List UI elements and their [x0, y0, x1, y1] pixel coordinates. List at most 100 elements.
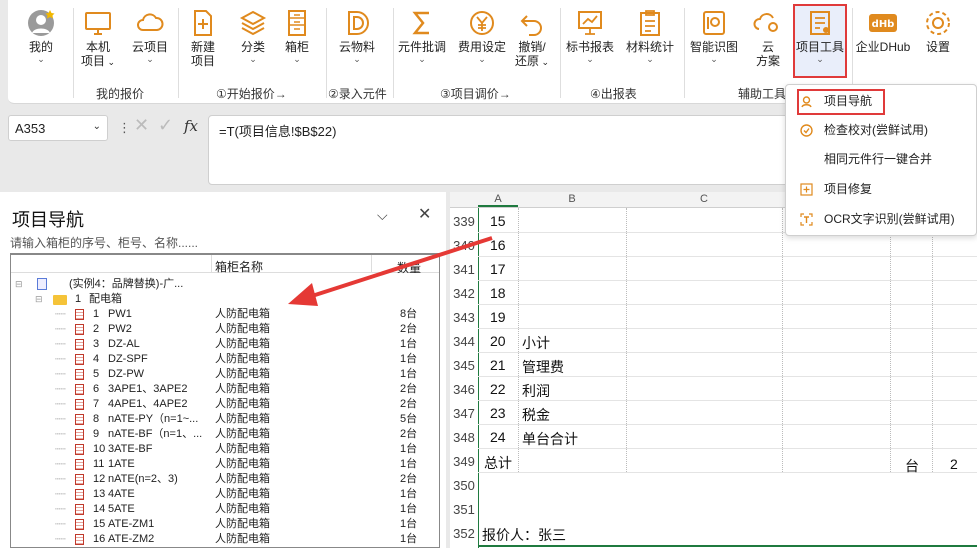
tree-cabinet-item[interactable]: ┄┄ 3 DZ-AL 人防配电箱 1台 [11, 337, 439, 352]
collapse-icon[interactable]: ⊟ [15, 277, 23, 292]
item-name: 人防配电箱 [215, 368, 270, 380]
smart-recognize-button[interactable]: 智能识图 ⌄ [686, 8, 742, 64]
item-qty: 2台 [400, 473, 418, 485]
search-input[interactable]: 请输入箱柜的序号、柜号、名称...... [10, 234, 440, 254]
menu-item-repair[interactable]: 项目修复 [786, 175, 977, 203]
cell-a[interactable]: 总计 [484, 453, 512, 473]
tree-cabinet-item[interactable]: ┄┄ 14 5ATE 人防配电箱 1台 [11, 502, 439, 517]
total-qty-cell[interactable]: 2 [950, 456, 958, 472]
undo-redo-button[interactable]: 撤销/ 还原 ⌄ [512, 8, 552, 69]
svg-text:dHb: dHb [872, 19, 895, 30]
cabinet-icon [75, 534, 84, 545]
cell-a[interactable]: 21 [490, 357, 506, 373]
menu-item-ocr[interactable]: OCR文字识别(尝鲜试用) [786, 205, 977, 233]
material-stats-button[interactable]: 材料统计 ⌄ [622, 8, 678, 64]
row-header[interactable]: 342 [450, 286, 478, 301]
tree-cabinet-item[interactable]: ┄┄ 8 nATE-PY（n=1~... 人防配电箱 5台 [11, 412, 439, 427]
row-header[interactable]: 340 [450, 238, 478, 253]
cell-a[interactable]: 15 [490, 213, 506, 229]
cloud-project-button[interactable]: 云项目 ⌄ [128, 8, 172, 64]
cabinet-button[interactable]: 箱柜 ⌄ [278, 8, 316, 64]
tree-cabinet-item[interactable]: ┄┄ 13 4ATE 人防配电箱 1台 [11, 487, 439, 502]
cell-b[interactable]: 税金 [522, 405, 550, 425]
column-c-header[interactable]: C [626, 193, 782, 205]
row-header[interactable]: 351 [450, 502, 478, 517]
cloud-solution-button[interactable]: 云 方案 [750, 8, 786, 68]
row-header[interactable]: 347 [450, 406, 478, 421]
row-header[interactable]: 343 [450, 310, 478, 325]
mine-button[interactable]: 我的 ⌄ [22, 8, 60, 64]
settings-button[interactable]: 设置 [920, 8, 956, 54]
column-a-header[interactable]: A [478, 193, 518, 207]
row-header[interactable]: 344 [450, 334, 478, 349]
row-header[interactable]: 352 [450, 526, 478, 541]
item-number: 7 [93, 398, 100, 410]
cell-a[interactable]: 16 [490, 237, 506, 253]
fee-setting-button[interactable]: 费用设定 ⌄ [454, 8, 510, 64]
cell-b[interactable]: 管理费 [522, 357, 564, 377]
menu-item-merge[interactable]: 相同元件行一键合并 [786, 145, 977, 173]
cell-a[interactable]: 报价人：张三 [482, 525, 566, 545]
item-name: 人防配电箱 [215, 338, 270, 350]
cell-a[interactable]: 20 [490, 333, 506, 349]
tree-cabinet-item[interactable]: ┄┄ 11 1ATE 人防配电箱 1台 [11, 457, 439, 472]
spreadsheet[interactable]: A B C 339 15 340 16 341 17 342 18 343 19 344 20 小计 34… [450, 192, 977, 548]
close-icon[interactable]: ✕ [418, 204, 431, 224]
cell-a[interactable]: 22 [490, 381, 506, 397]
row-header[interactable]: 341 [450, 262, 478, 277]
cell-b[interactable]: 利润 [522, 381, 550, 401]
tree-cabinet-item[interactable]: ┄┄ 6 3APE1、3APE2 人防配电箱 2台 [11, 382, 439, 397]
new-project-button[interactable]: 新建 项目 [184, 8, 222, 68]
chevron-down-icon[interactable]: ⌵ [377, 207, 388, 224]
total-unit-cell[interactable]: 台 [905, 456, 919, 476]
item-qty: 1台 [400, 533, 418, 545]
project-tools-button[interactable]: 项目工具 ⌄ [794, 8, 846, 64]
row-header[interactable]: 345 [450, 358, 478, 373]
item-name: 人防配电箱 [215, 308, 270, 320]
row-header[interactable]: 350 [450, 478, 478, 493]
tree-cabinet-item[interactable]: ┄┄ 1 PW1 人防配电箱 8台 [11, 307, 439, 322]
tree-cabinet-item[interactable]: ┄┄ 2 PW2 人防配电箱 2台 [11, 322, 439, 337]
row-header[interactable]: 349 [450, 454, 478, 469]
bid-report-button[interactable]: 标书报表 ⌄ [562, 8, 618, 64]
cell-reference-box[interactable]: A353 ⌄ [8, 115, 108, 141]
confirm-icon[interactable]: ✓ [158, 115, 173, 136]
chevron-down-icon: ⌄ [586, 54, 594, 64]
cell-a[interactable]: 24 [490, 429, 506, 445]
cell-a[interactable]: 19 [490, 309, 506, 325]
row-header[interactable]: 346 [450, 382, 478, 397]
tree-cabinet-item[interactable]: ┄┄ 9 nATE-BF（n=1、... 人防配电箱 2台 [11, 427, 439, 442]
cell-a[interactable]: 23 [490, 405, 506, 421]
row-header[interactable]: 339 [450, 214, 478, 229]
function-icon[interactable]: fx [184, 117, 198, 135]
more-icon[interactable]: ⋮ [118, 120, 131, 136]
local-project-button[interactable]: 本机 项目 ⌄ [78, 8, 118, 69]
menu-item-check[interactable]: 检查校对(尝鲜试用) [786, 116, 977, 144]
tree-cabinet-item[interactable]: ┄┄ 4 DZ-SPF 人防配电箱 1台 [11, 352, 439, 367]
cell-a[interactable]: 18 [490, 285, 506, 301]
cloud-material-button[interactable]: 云物料 ⌄ [332, 8, 382, 64]
collapse-icon[interactable]: ⊟ [35, 292, 43, 307]
column-b-header[interactable]: B [518, 193, 626, 205]
tree-cabinet-item[interactable]: ┄┄ 7 4APE1、4APE2 人防配电箱 2台 [11, 397, 439, 412]
batch-adjust-button[interactable]: 元件批调 ⌄ [394, 8, 450, 64]
tree-project-node[interactable]: ⊟ (实例4：品牌替换)-广... [11, 277, 439, 292]
tree-folder-node[interactable]: ⊟ 1 配电箱 [11, 292, 439, 307]
panel-title: 项目导航 [12, 210, 84, 230]
tree-cabinet-item[interactable]: ┄┄ 15 ATE-ZM1 人防配电箱 1台 [11, 517, 439, 532]
item-qty: 1台 [400, 458, 418, 470]
cell-b[interactable]: 单台合计 [522, 429, 578, 449]
tree-cabinet-item[interactable]: ┄┄ 10 3ATE-BF 人防配电箱 1台 [11, 442, 439, 457]
item-name: 人防配电箱 [215, 413, 270, 425]
item-qty: 1台 [400, 488, 418, 500]
enterprise-dhub-button[interactable]: dHb 企业DHub [854, 8, 912, 54]
category-button[interactable]: 分类 ⌄ [234, 8, 272, 64]
cell-a[interactable]: 17 [490, 261, 506, 277]
tree-cabinet-item[interactable]: ┄┄ 16 ATE-ZM2 人防配电箱 1台 [11, 532, 439, 547]
cancel-icon[interactable]: ✕ [134, 115, 149, 136]
tree-cabinet-item[interactable]: ┄┄ 12 nATE(n=2、3) 人防配电箱 2台 [11, 472, 439, 487]
row-header[interactable]: 348 [450, 430, 478, 445]
menu-item-project-navigation[interactable]: 项目导航 [786, 87, 977, 115]
cell-b[interactable]: 小计 [522, 333, 550, 353]
tree-cabinet-item[interactable]: ┄┄ 5 DZ-PW 人防配电箱 1台 [11, 367, 439, 382]
